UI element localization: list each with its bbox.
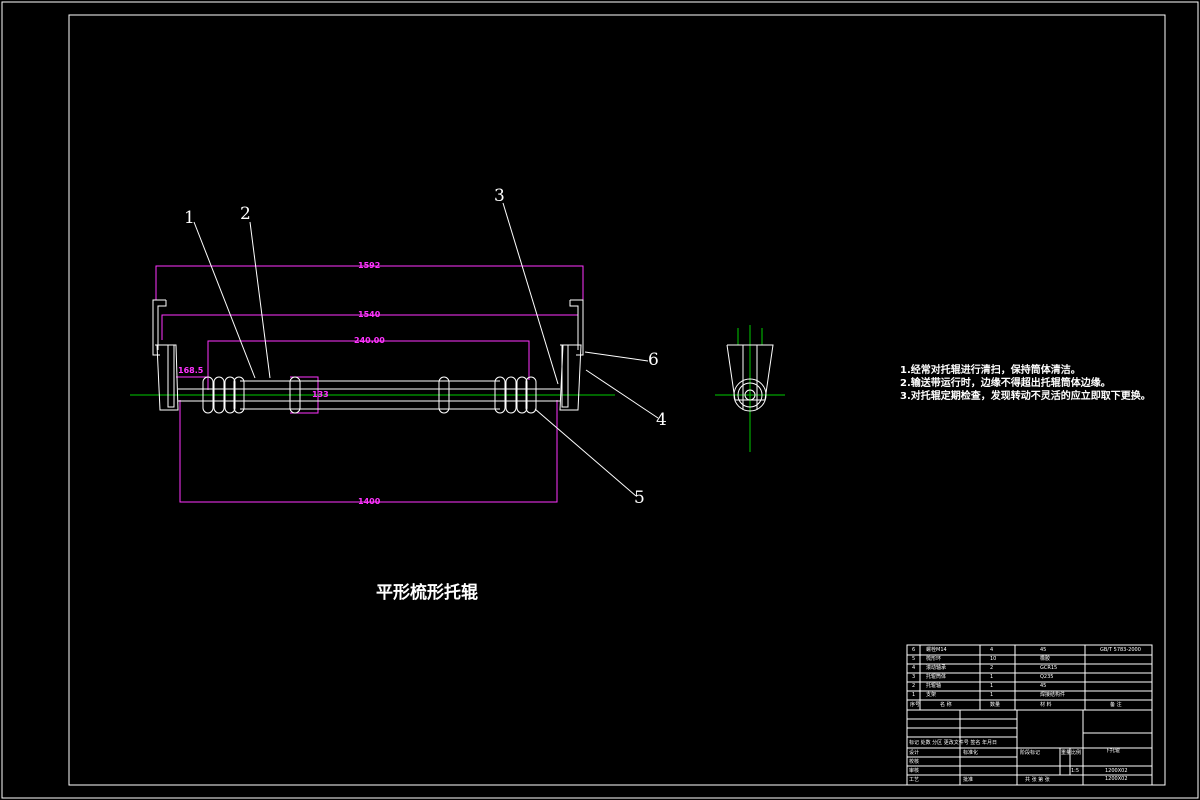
dim-inner: 240.00 bbox=[354, 336, 385, 345]
leader-lines bbox=[193, 202, 659, 497]
bom-no: 5 bbox=[912, 656, 916, 662]
bom-qty: 10 bbox=[990, 656, 997, 662]
tb-stage: 阶段标记 bbox=[1020, 750, 1041, 756]
bom-name: 螺栓M14 bbox=[926, 647, 947, 653]
bom-header-note: 备 注 bbox=[1110, 702, 1122, 708]
dimension-lines bbox=[155, 265, 584, 503]
drawing-title: 平形梳形托辊 bbox=[376, 583, 478, 603]
dim-diameter: 133 bbox=[312, 390, 329, 399]
tb-weight: 重量 bbox=[1061, 750, 1072, 756]
bom-no: 4 bbox=[912, 665, 916, 671]
tb-code1: 1200X02 bbox=[1105, 768, 1128, 774]
bom-material: Q235 bbox=[1040, 674, 1054, 680]
bom-name: 滚动轴承 bbox=[926, 665, 947, 671]
bom-header-no: 序号 bbox=[910, 702, 921, 708]
bom-note: GB/T 5783-2000 bbox=[1100, 647, 1141, 653]
bom-material: 45 bbox=[1040, 683, 1047, 689]
tb-sheets: 共 张 第 张 bbox=[1025, 777, 1050, 783]
tb-scale-value: 1:5 bbox=[1071, 768, 1080, 774]
callout-1: 1 bbox=[184, 208, 195, 228]
right-bracket bbox=[559, 299, 584, 411]
bom-qty: 1 bbox=[990, 683, 994, 689]
bom-header-material: 材 料 bbox=[1040, 702, 1052, 708]
tb-review: 审核 bbox=[909, 768, 920, 774]
bom-material: GCR15 bbox=[1040, 665, 1058, 671]
dim-roller-length: 1400 bbox=[358, 497, 381, 506]
bom-name: 托辊筒体 bbox=[926, 674, 947, 680]
callout-2: 2 bbox=[240, 204, 251, 224]
tb-standard: 标准化 bbox=[963, 750, 979, 756]
left-bracket bbox=[152, 299, 179, 411]
tb-revision: 标记 处数 分区 更改文件号 签名 年月日 bbox=[909, 740, 997, 746]
bom-material: 45 bbox=[1040, 647, 1047, 653]
dim-frame: 1540 bbox=[358, 310, 381, 319]
tb-design: 设计 bbox=[909, 750, 920, 756]
bom-qty: 1 bbox=[990, 674, 994, 680]
bom-qty: 4 bbox=[990, 647, 994, 653]
bom-name: 支架 bbox=[926, 692, 937, 698]
bom-qty: 2 bbox=[990, 665, 994, 671]
bom-no: 1 bbox=[912, 692, 916, 698]
bom-no: 2 bbox=[912, 683, 916, 689]
bom-name: 梳形环 bbox=[926, 656, 942, 662]
callout-6: 6 bbox=[648, 350, 659, 370]
tb-process: 工艺 bbox=[909, 777, 920, 783]
bom-material: 橡胶 bbox=[1040, 656, 1051, 662]
bom-no: 6 bbox=[912, 647, 916, 653]
callout-5: 5 bbox=[634, 488, 645, 508]
bom-no: 3 bbox=[912, 674, 916, 680]
tb-check: 校核 bbox=[909, 759, 920, 765]
dim-side: 168.5 bbox=[178, 366, 204, 375]
tb-scale: 比例 bbox=[1071, 750, 1082, 756]
bom-name: 托辊轴 bbox=[926, 683, 942, 689]
bom-header-qty: 数量 bbox=[990, 702, 1001, 708]
callout-3: 3 bbox=[494, 186, 505, 206]
bom-material: 焊接结构件 bbox=[1040, 692, 1066, 698]
callout-4: 4 bbox=[656, 410, 667, 430]
dim-overall: 1592 bbox=[358, 261, 381, 270]
bom-qty: 1 bbox=[990, 692, 994, 698]
tb-part-name: 下托辊 bbox=[1105, 748, 1121, 754]
note-3: 3.对托辊定期检查，发现转动不灵活的应立即取下更换。 bbox=[900, 391, 1151, 402]
tb-approve: 批准 bbox=[963, 777, 974, 783]
bom-header-name: 名 称 bbox=[940, 702, 952, 708]
tb-code2: 1200X02 bbox=[1105, 776, 1128, 782]
